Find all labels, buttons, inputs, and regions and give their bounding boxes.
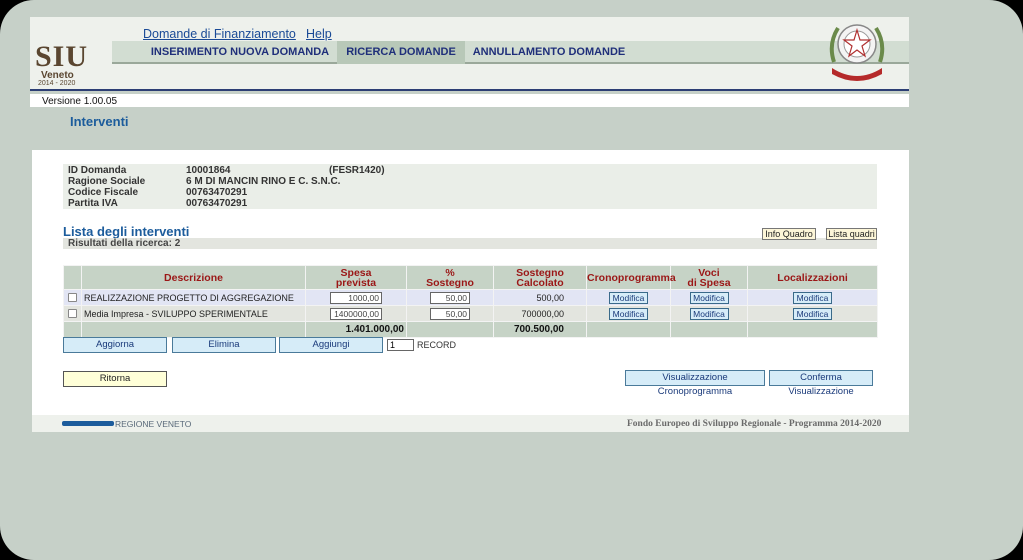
header-descrizione: Descrizione [81, 265, 306, 290]
partita-iva-label: Partita IVA [68, 198, 118, 209]
republic-emblem-icon [826, 18, 888, 86]
row-descrizione: REALIZZAZIONE PROGETTO DI AGGREGAZIONE [81, 289, 306, 306]
visualizzazione-cronoprogramma-button[interactable]: Visualizzazione Cronoprogramma [625, 370, 765, 397]
codice-fiscale-label: Codice Fiscale [68, 187, 139, 198]
siu-logo: SIU [35, 40, 89, 73]
header-sostegno-calcolato: Sostegno Calcolato [493, 265, 587, 290]
partita-iva-value: 00763470291 [186, 198, 248, 209]
modifica-voci-button[interactable]: Modifica [689, 291, 729, 304]
nav-ricerca-domande[interactable]: RICERCA DOMANDE [337, 41, 465, 64]
list-title: Lista degli interventi [63, 224, 190, 239]
results-count: Risultati della ricerca: 2 [68, 238, 181, 249]
table-row: Media Impresa - SVILUPPO SPERIMENTALE 14… [63, 305, 878, 322]
row-voci-cell: Modifica [670, 305, 748, 322]
row-checkbox-cell [63, 289, 82, 306]
conferma-visualizzazione-button[interactable]: Conferma Visualizzazione [769, 370, 873, 397]
totals-row: 1.401.000,00 700.500,00 [63, 321, 878, 338]
spesa-prevista-input[interactable]: 1400000,00 [330, 307, 382, 320]
record-label: RECORD [417, 340, 457, 350]
table-header-row: Descrizione Spesa prevista % Sostegno Sost… [63, 265, 878, 290]
header-select [63, 265, 82, 290]
lista-quadri-button[interactable]: Lista quadri [826, 228, 877, 240]
codice-fiscale-value: 00763470291 [186, 187, 248, 198]
id-domanda-label: ID Domanda [68, 165, 127, 176]
info-quadro-button[interactable]: Info Quadro [762, 228, 816, 240]
row-descrizione: Media Impresa - SVILUPPO SPERIMENTALE [81, 305, 306, 322]
row-sostegno-calcolato: 500,00 [493, 289, 587, 306]
row-crono-cell: Modifica [586, 305, 671, 322]
ragione-sociale-value: 6 M DI MANCIN RINO E C. S.N.C. [186, 176, 341, 187]
total-spesa-prevista: 1.401.000,00 [305, 321, 407, 338]
interventi-table: Descrizione Spesa prevista % Sostegno Sost… [63, 265, 878, 338]
row-voci-cell: Modifica [670, 289, 748, 306]
header-voci-spesa: Voci di Spesa [670, 265, 748, 290]
footer-fondo: Fondo Europeo di Sviluppo Regionale - Pr… [627, 419, 882, 429]
modifica-localizzazioni-button[interactable]: Modifica [793, 307, 832, 320]
aggiungi-button[interactable]: Aggiungi [279, 337, 383, 353]
logo-years: 2014 - 2020 [38, 80, 76, 87]
perc-sostegno-input[interactable]: 50,00 [430, 291, 470, 304]
version-bar [30, 94, 909, 107]
table-row: REALIZZAZIONE PROGETTO DI AGGREGAZIONE 1… [63, 289, 878, 306]
version-label: Versione 1.00.05 [42, 96, 118, 107]
app-frame: SIU Veneto 2014 - 2020 Domande di Finanz… [0, 0, 1023, 560]
row-perc-cell: 50,00 [406, 289, 494, 306]
row-perc-cell: 50,00 [406, 305, 494, 322]
row-spesa-cell: 1000,00 [305, 289, 407, 306]
aggiorna-button[interactable]: Aggiorna [63, 337, 167, 353]
row-local-cell: Modifica [747, 289, 878, 306]
row-sostegno-calcolato: 700000,00 [493, 305, 587, 322]
menu-domande-finanziamento[interactable]: Domande di Finanziamento [143, 27, 296, 41]
header-localizzazioni: Localizzazioni [747, 265, 878, 290]
id-domanda-extra: (FESR1420) [329, 165, 385, 176]
header-divider [30, 89, 909, 91]
nav-annullamento-domande[interactable]: ANNULLAMENTO DOMANDE [466, 41, 632, 64]
header-spesa-prevista: Spesa prevista [305, 265, 407, 290]
row-checkbox[interactable] [68, 293, 77, 302]
results-bar [63, 238, 877, 249]
menu-help[interactable]: Help [306, 27, 332, 41]
ritorna-button[interactable]: Ritorna [63, 371, 167, 387]
header-cronoprogramma: Cronoprogramma [586, 265, 676, 290]
modifica-crono-button[interactable]: Modifica [609, 291, 648, 304]
regione-logo-icon [62, 421, 114, 426]
id-domanda-value: 10001864 [186, 165, 231, 176]
row-local-cell: Modifica [747, 305, 878, 322]
footer-regione: REGIONE VENETO [115, 419, 192, 429]
row-checkbox[interactable] [68, 309, 77, 318]
ragione-sociale-label: Ragione Sociale [68, 176, 146, 187]
spesa-prevista-input[interactable]: 1000,00 [330, 291, 382, 304]
modifica-voci-button[interactable]: Modifica [689, 307, 729, 320]
nav-inserimento-nuova-domanda[interactable]: INSERIMENTO NUOVA DOMANDA [143, 41, 337, 64]
modifica-crono-button[interactable]: Modifica [609, 307, 648, 320]
header-perc-sostegno: % Sostegno [406, 265, 494, 290]
row-checkbox-cell [63, 305, 82, 322]
row-spesa-cell: 1400000,00 [305, 305, 407, 322]
elimina-button[interactable]: Elimina [172, 337, 276, 353]
page-title: Interventi [70, 114, 129, 129]
record-count-input[interactable]: 1 [387, 339, 414, 351]
perc-sostegno-input[interactable]: 50,00 [430, 307, 470, 320]
modifica-localizzazioni-button[interactable]: Modifica [793, 291, 832, 304]
total-sostegno-calcolato: 700.500,00 [493, 321, 587, 338]
row-crono-cell: Modifica [586, 289, 671, 306]
